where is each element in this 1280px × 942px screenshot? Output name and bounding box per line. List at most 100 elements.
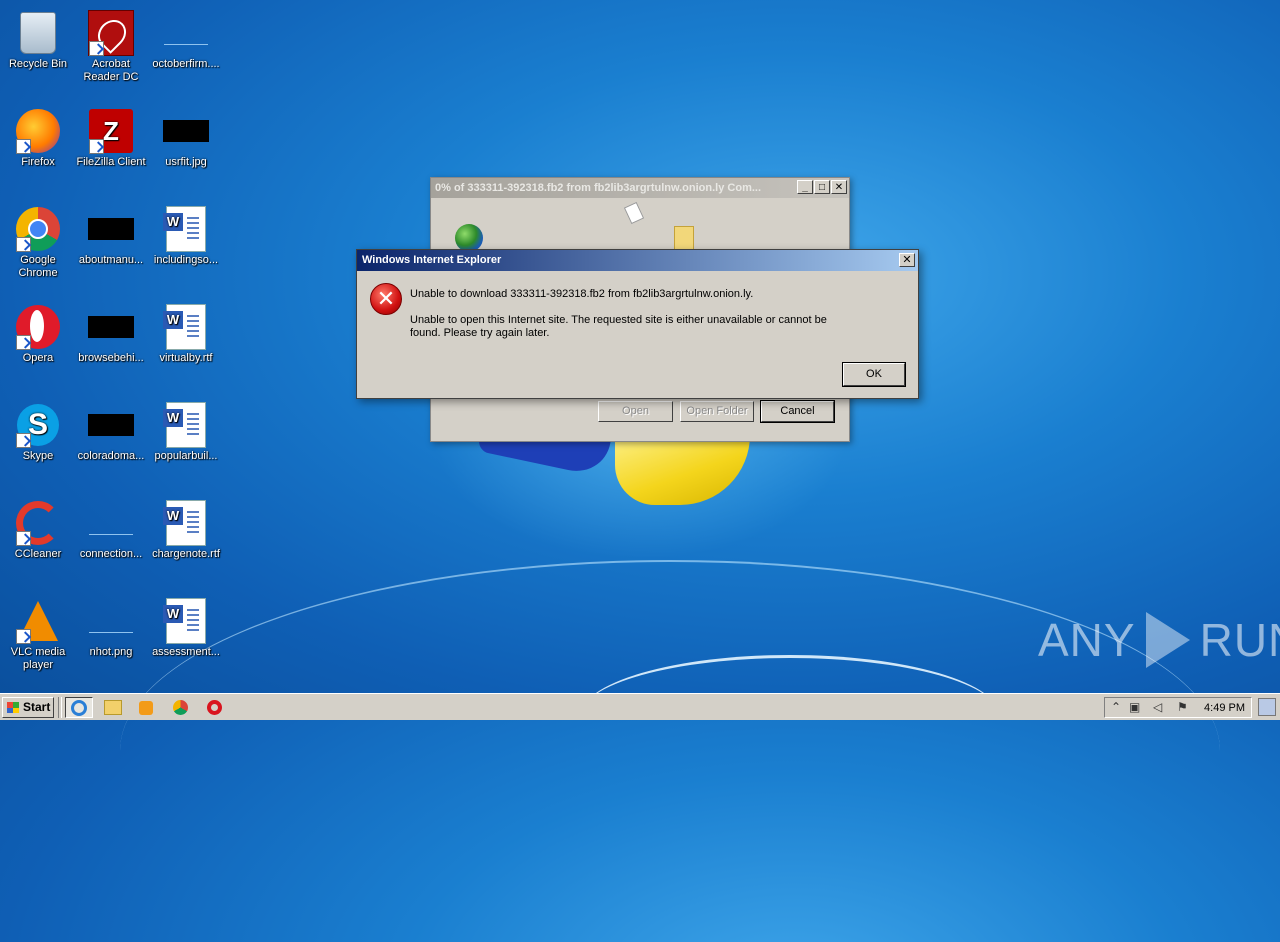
opera-icon — [14, 304, 62, 350]
taskbar-ie-button[interactable] — [65, 697, 93, 718]
vlc-icon — [14, 598, 62, 644]
desktop-icon-label: virtualby.rtf — [159, 352, 213, 364]
desktop-icon-label: includingso... — [153, 254, 219, 266]
desktop-icon-label: Firefox — [21, 156, 55, 168]
error-dialog-titlebar[interactable]: Windows Internet Explorer ✕ — [357, 250, 918, 271]
desktop-icon-coloradoma[interactable]: coloradoma... — [73, 398, 149, 463]
chrome-icon — [14, 206, 62, 252]
desktop-icon-label: CCleaner — [14, 548, 62, 560]
desktop-icon-label: Recycle Bin — [8, 58, 68, 70]
desktop-icon-label: coloradoma... — [77, 450, 145, 462]
show-hidden-icon[interactable]: ⌃ — [1111, 700, 1121, 715]
error-dialog-title: Windows Internet Explorer — [362, 254, 502, 266]
desktop-icon-label: connection... — [79, 548, 143, 560]
taskbar: Start ⌃ ▣ ◁ ⚑ 4:49 PM — [0, 693, 1280, 720]
desktop-icon-opera[interactable]: Opera — [0, 300, 76, 365]
desktop-icon-nhot[interactable]: nhot.png — [73, 594, 149, 659]
word-document-icon — [162, 304, 210, 350]
file-icon — [87, 402, 135, 448]
desktop-icon-label: Acrobat Reader DC — [83, 58, 139, 83]
volume-icon[interactable]: ◁ — [1153, 700, 1162, 715]
desktop-icon-label: nhot.png — [89, 646, 133, 658]
desktop-icon-firefox[interactable]: Firefox — [0, 104, 76, 169]
desktop-icon-browsebehi[interactable]: browsebehi... — [73, 300, 149, 365]
desktop-icon-label: popularbuil... — [154, 450, 218, 462]
taskbar-media-player-button[interactable] — [134, 697, 158, 718]
word-document-icon — [162, 598, 210, 644]
desktop-icon-chrome[interactable]: Google Chrome — [0, 202, 76, 280]
file-icon — [87, 206, 135, 252]
desktop-icon-recycle-bin[interactable]: Recycle Bin — [0, 6, 76, 71]
desktop-icon-octoberfirm[interactable]: octoberfirm.... — [148, 6, 224, 71]
image-file-icon — [87, 598, 135, 644]
close-button[interactable]: ✕ — [831, 180, 847, 194]
desktop-icon-label: Google Chrome — [18, 254, 58, 279]
clock[interactable]: 4:49 PM — [1204, 700, 1245, 716]
acrobat-reader-icon — [87, 10, 135, 56]
desktop-icon-aboutmanu[interactable]: aboutmanu... — [73, 202, 149, 267]
flying-document-icon — [623, 201, 645, 225]
cancel-button[interactable]: Cancel — [760, 400, 835, 423]
error-message-primary: Unable to download 333311-392318.fb2 fro… — [410, 288, 754, 300]
taskbar-explorer-button[interactable] — [101, 697, 125, 718]
image-file-icon — [162, 108, 210, 154]
desktop-icon-label: Skype — [22, 450, 54, 462]
skype-icon: S — [14, 402, 62, 448]
word-document-icon — [162, 500, 210, 546]
folder-icon — [104, 700, 122, 715]
desktop-icon-label: usrfit.jpg — [165, 156, 207, 168]
word-document-icon — [162, 402, 210, 448]
desktop-icon-assessment[interactable]: assessment... — [148, 594, 224, 659]
desktop-icon-filezilla[interactable]: Z FileZilla Client — [73, 104, 149, 169]
network-icon[interactable]: ▣ — [1129, 700, 1140, 715]
shortcut-arrow-icon — [16, 433, 31, 448]
globe-icon — [455, 224, 483, 252]
desktop-icon-skype[interactable]: S Skype — [0, 398, 76, 463]
download-window-title: 0% of 333311-392318.fb2 from fb2lib3argr… — [435, 182, 762, 194]
ccleaner-icon — [14, 500, 62, 546]
desktop-icon-includingso[interactable]: includingso... — [148, 202, 224, 267]
show-desktop-button[interactable] — [1258, 698, 1276, 716]
minimize-button[interactable]: _ — [797, 180, 813, 194]
shortcut-arrow-icon — [16, 139, 31, 154]
desktop-icon-chargenote[interactable]: chargenote.rtf — [148, 496, 224, 561]
open-button[interactable]: Open — [598, 401, 673, 422]
system-tray: ⌃ ▣ ◁ ⚑ 4:49 PM — [1104, 697, 1252, 718]
desktop-icon-label: VLC media player — [10, 646, 66, 671]
opera-icon — [206, 700, 222, 715]
watermark-text-left: ANY — [1038, 614, 1136, 666]
flag-icon[interactable]: ⚑ — [1177, 700, 1188, 715]
desktop-icon-popularbuil[interactable]: popularbuil... — [148, 398, 224, 463]
desktop-icon-label: aboutmanu... — [78, 254, 144, 266]
chrome-icon — [172, 700, 188, 715]
shortcut-arrow-icon — [89, 41, 104, 56]
taskbar-chrome-button[interactable] — [168, 697, 192, 718]
taskbar-opera-button[interactable] — [202, 697, 226, 718]
desktop-icon-acrobat[interactable]: Acrobat Reader DC — [73, 6, 149, 84]
media-player-icon — [139, 700, 153, 715]
maximize-button[interactable]: □ — [814, 180, 830, 194]
file-icon — [87, 304, 135, 350]
desktop-icon-label: octoberfirm.... — [152, 58, 220, 70]
taskbar-separator — [58, 697, 62, 718]
download-window-titlebar[interactable]: 0% of 333311-392318.fb2 from fb2lib3argr… — [431, 178, 849, 198]
anyrun-watermark: ANY RUN — [1038, 612, 1280, 668]
shortcut-arrow-icon — [16, 629, 31, 644]
error-message-secondary: Unable to open this Internet site. The r… — [410, 314, 827, 339]
folder-icon — [674, 226, 694, 250]
play-icon — [1145, 612, 1190, 668]
start-button[interactable]: Start — [2, 697, 54, 718]
desktop-icon-label: chargenote.rtf — [152, 548, 220, 560]
desktop-icon-usrfit[interactable]: usrfit.jpg — [148, 104, 224, 169]
close-icon[interactable]: ✕ — [899, 253, 915, 267]
watermark-text-right: RUN — [1199, 614, 1280, 666]
desktop-icon-connection[interactable]: connection... — [73, 496, 149, 561]
desktop-icon-vlc[interactable]: VLC media player — [0, 594, 76, 672]
open-folder-button[interactable]: Open Folder — [680, 401, 754, 422]
desktop-icon-ccleaner[interactable]: CCleaner — [0, 496, 76, 561]
ok-button[interactable]: OK — [842, 362, 906, 387]
error-icon: ✕ — [370, 283, 402, 315]
error-dialog: Windows Internet Explorer ✕ ✕ Unable to … — [356, 249, 919, 399]
desktop-icon-label: browsebehi... — [78, 352, 144, 364]
desktop-icon-virtualby[interactable]: virtualby.rtf — [148, 300, 224, 365]
